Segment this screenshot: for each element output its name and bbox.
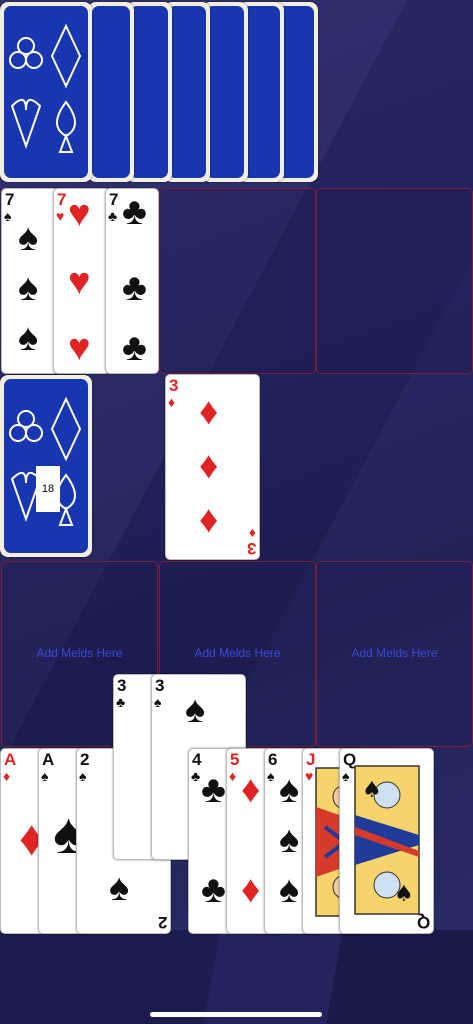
spade-icon: ♠ xyxy=(18,267,39,309)
diamond-icon: ♦ xyxy=(168,394,176,410)
meld-card-7-hearts[interactable]: 7 ♥ ♥ ♥ ♥ xyxy=(53,188,111,374)
card-rank: A xyxy=(4,750,17,769)
spade-icon: ♠ xyxy=(342,768,350,784)
diamond-icon: ♦ xyxy=(199,391,219,433)
diamond-icon: ♦ xyxy=(241,769,261,811)
club-icon: ♣ xyxy=(191,768,201,784)
card-rank: 7 xyxy=(109,190,119,209)
add-melds-label: Add Melds Here xyxy=(351,646,438,660)
card-rank: 3 xyxy=(169,376,179,395)
club-icon: ♣ xyxy=(201,769,226,811)
add-melds-label: Add Melds Here xyxy=(36,646,123,660)
meld-card-7-clubs[interactable]: 7 ♣ ♣ ♣ ♣ xyxy=(105,188,159,374)
hand-card-queen-spades[interactable]: Q ♠ ♠ ♠ Q xyxy=(339,748,434,934)
heart-icon: ♥ xyxy=(68,193,91,235)
card-rank: 7 xyxy=(57,190,67,209)
spade-icon: ♠ xyxy=(4,208,12,224)
club-icon: ♣ xyxy=(122,267,147,309)
spade-icon: ♠ xyxy=(185,689,206,731)
home-indicator[interactable] xyxy=(150,1012,322,1017)
card-rank: 2 xyxy=(157,913,167,932)
spade-icon: ♠ xyxy=(18,217,39,259)
spade-icon: ♠ xyxy=(267,768,275,784)
spade-icon: ♠ xyxy=(41,768,49,784)
card-rank: 3 xyxy=(117,676,127,695)
queen-face-icon: ♠ ♠ xyxy=(354,765,420,915)
opponent-meld-slot-3[interactable] xyxy=(316,188,473,374)
spade-icon: ♠ xyxy=(154,694,162,710)
player-meld-slot-3[interactable]: Add Melds Here xyxy=(316,561,473,747)
stock-count-badge: 18 xyxy=(36,466,60,512)
card-back-pattern-icon xyxy=(9,23,82,153)
diamond-icon: ♦ xyxy=(229,768,237,784)
heart-icon: ♥ xyxy=(68,327,91,369)
card-rank: 4 xyxy=(192,750,202,769)
table-floor xyxy=(0,930,473,1024)
card-rank: 7 xyxy=(5,190,15,209)
diamond-icon: ♦ xyxy=(199,499,219,541)
card-rank: A xyxy=(42,750,55,769)
add-melds-label: Add Melds Here xyxy=(194,646,281,660)
card-back xyxy=(0,2,92,182)
club-icon: ♣ xyxy=(122,191,147,233)
heart-icon: ♥ xyxy=(56,208,65,224)
heart-icon: ♥ xyxy=(68,261,91,303)
card-rank: 3 xyxy=(246,539,256,558)
club-icon: ♣ xyxy=(122,327,147,369)
spade-icon: ♠ xyxy=(79,768,87,784)
club-icon: ♣ xyxy=(116,694,126,710)
card-back xyxy=(88,2,134,182)
opponent-meld-slot-2[interactable] xyxy=(159,188,316,374)
meld-card-7-spades[interactable]: 7 ♠ ♠ ♠ ♠ xyxy=(1,188,59,374)
spade-icon: ♠ xyxy=(18,317,39,359)
club-icon: ♣ xyxy=(108,208,118,224)
diamond-icon: ♦ xyxy=(3,768,11,784)
diamond-icon: ♦ xyxy=(241,869,261,911)
card-rank: 3 xyxy=(155,676,165,695)
diamond-icon: ♦ xyxy=(199,445,219,487)
card-rank: 2 xyxy=(80,750,90,769)
heart-icon: ♥ xyxy=(305,768,314,784)
card-rank: Q xyxy=(416,913,430,932)
diamond-icon: ♦ xyxy=(248,524,256,540)
svg-text:♠: ♠ xyxy=(362,778,382,803)
card-rank: 5 xyxy=(230,750,240,769)
spade-icon: ♠ xyxy=(279,869,300,911)
spade-icon: ♠ xyxy=(109,867,130,909)
club-icon: ♣ xyxy=(201,869,226,911)
discard-pile-card[interactable]: 3 ♦ ♦ ♦ ♦ ♦ 3 xyxy=(165,374,260,560)
svg-text:♠: ♠ xyxy=(394,882,414,907)
card-rank: 6 xyxy=(268,750,278,769)
spade-icon: ♠ xyxy=(279,769,300,811)
spade-icon: ♠ xyxy=(279,819,300,861)
